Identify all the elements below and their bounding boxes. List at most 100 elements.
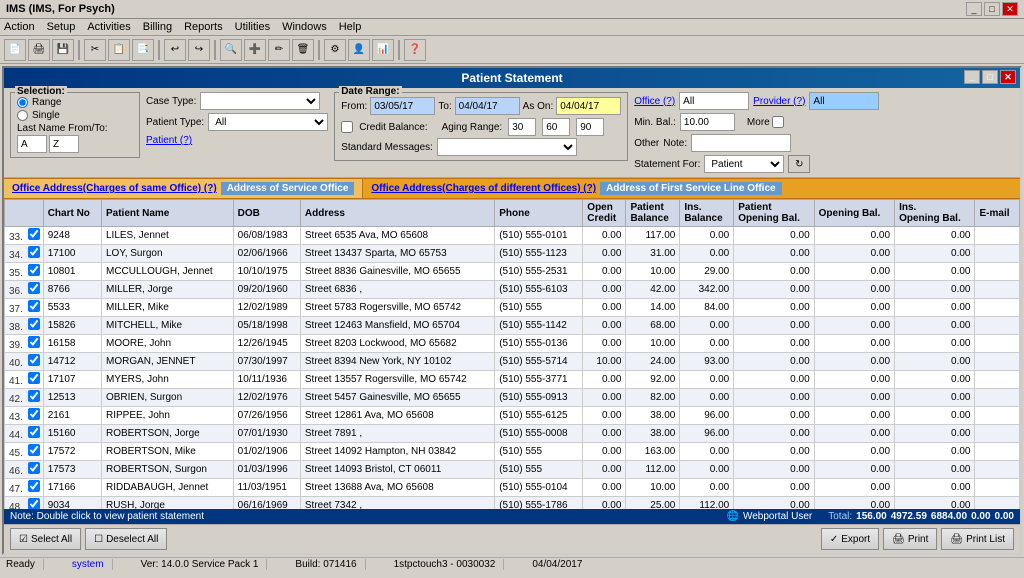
table-row[interactable]: 46. 17573 ROBERTSON, Surgon 01/03/1996 S…: [5, 461, 1020, 479]
more-checkbox[interactable]: [772, 116, 784, 128]
toolbar-btn-8[interactable]: ↪: [188, 39, 210, 61]
table-row[interactable]: 36. 8766 MILLER, Jorge 09/20/1960 Street…: [5, 281, 1020, 299]
row-checkbox[interactable]: [28, 354, 40, 366]
toolbar-btn-6[interactable]: 📑: [132, 39, 154, 61]
table-row[interactable]: 42. 12513 OBRIEN, Surgon 12/02/1976 Stre…: [5, 389, 1020, 407]
date-from-input[interactable]: [370, 97, 435, 115]
row-checkbox[interactable]: [28, 444, 40, 456]
row-checkbox[interactable]: [28, 408, 40, 420]
aging-90-input[interactable]: [576, 118, 604, 136]
other-note-input[interactable]: [691, 134, 791, 152]
row-checkbox[interactable]: [28, 426, 40, 438]
menu-utilities[interactable]: Utilities: [235, 21, 270, 33]
toolbar-btn-9[interactable]: 🔍: [220, 39, 242, 61]
toolbar-btn-1[interactable]: 📄: [4, 39, 26, 61]
toolbar-btn-4[interactable]: ✂: [84, 39, 106, 61]
window-controls[interactable]: _ □ ✕: [964, 70, 1016, 84]
print-button[interactable]: 🖨 Print: [883, 528, 937, 550]
single-radio[interactable]: [17, 110, 28, 121]
menu-help[interactable]: Help: [339, 21, 362, 33]
close-btn[interactable]: ✕: [1002, 2, 1018, 16]
patient-type-select[interactable]: All: [208, 113, 328, 131]
row-checkbox[interactable]: [28, 300, 40, 312]
standard-messages-select[interactable]: [437, 138, 577, 156]
table-row[interactable]: 45. 17572 ROBERTSON, Mike 01/02/1906 Str…: [5, 443, 1020, 461]
patient-help-link[interactable]: Patient (?): [146, 135, 192, 146]
toolbar-btn-16[interactable]: ❓: [404, 39, 426, 61]
from-input[interactable]: [17, 135, 47, 153]
row-checkbox[interactable]: [28, 246, 40, 258]
row-checkbox[interactable]: [28, 498, 40, 509]
row-checkbox[interactable]: [28, 480, 40, 492]
win-close[interactable]: ✕: [1000, 70, 1016, 84]
export-button[interactable]: ✓ Export: [821, 528, 879, 550]
toolbar-btn-2[interactable]: 🖨: [28, 39, 50, 61]
office-input[interactable]: [679, 92, 749, 110]
toolbar-btn-12[interactable]: 🗑: [292, 39, 314, 61]
row-checkbox[interactable]: [28, 372, 40, 384]
deselect-all-button[interactable]: ☐ Deselect All: [85, 528, 167, 550]
toolbar-btn-7[interactable]: ↩: [164, 39, 186, 61]
address-tab-1-label[interactable]: Office Address(Charges of same Office) (…: [12, 183, 217, 194]
row-checkbox[interactable]: [28, 390, 40, 402]
toolbar-btn-14[interactable]: 👤: [348, 39, 370, 61]
table-row[interactable]: 37. 5533 MILLER, Mike 12/02/1989 Street …: [5, 299, 1020, 317]
restore-btn[interactable]: □: [984, 2, 1000, 16]
credit-balance-checkbox[interactable]: [341, 121, 353, 133]
menu-billing[interactable]: Billing: [143, 21, 172, 33]
table-row[interactable]: 44. 15160 ROBERTSON, Jorge 07/01/1930 St…: [5, 425, 1020, 443]
toolbar-btn-10[interactable]: ➕: [244, 39, 266, 61]
min-bal-input[interactable]: [680, 113, 735, 131]
print-list-button[interactable]: 🖨 Print List: [941, 528, 1014, 550]
address-tab-2[interactable]: Office Address(Charges of different Offi…: [363, 179, 789, 198]
aging-30-input[interactable]: [508, 118, 536, 136]
row-checkbox[interactable]: [28, 264, 40, 276]
toolbar-btn-5[interactable]: 📋: [108, 39, 130, 61]
table-row[interactable]: 35. 10801 MCCULLOUGH, Jennet 10/10/1975 …: [5, 263, 1020, 281]
table-row[interactable]: 47. 17166 RIDDABAUGH, Jennet 11/03/1951 …: [5, 479, 1020, 497]
toolbar-btn-13[interactable]: ⚙: [324, 39, 346, 61]
statement-for-select[interactable]: Patient: [704, 155, 784, 173]
menu-windows[interactable]: Windows: [282, 21, 327, 33]
provider-label[interactable]: Provider (?): [753, 96, 805, 107]
table-row[interactable]: 39. 16158 MOORE, John 12/26/1945 Street …: [5, 335, 1020, 353]
row-checkbox[interactable]: [28, 318, 40, 330]
win-minimize[interactable]: _: [964, 70, 980, 84]
minimize-btn[interactable]: _: [966, 2, 982, 16]
table-row[interactable]: 33. 9248 LILES, Jennet 06/08/1983 Street…: [5, 227, 1020, 245]
address-tab-1[interactable]: Office Address(Charges of same Office) (…: [4, 179, 363, 198]
date-to-input[interactable]: [455, 97, 520, 115]
row-checkbox[interactable]: [28, 336, 40, 348]
toolbar-btn-3[interactable]: 💾: [52, 39, 74, 61]
menu-reports[interactable]: Reports: [184, 21, 223, 33]
as-on-input[interactable]: [556, 97, 621, 115]
table-row[interactable]: 48. 9034 RUSH, Jorge 06/16/1969 Street 7…: [5, 497, 1020, 510]
to-input[interactable]: [49, 135, 79, 153]
table-row[interactable]: 41. 17107 MYERS, John 10/11/1936 Street …: [5, 371, 1020, 389]
row-checkbox[interactable]: [28, 462, 40, 474]
row-checkbox[interactable]: [28, 228, 40, 240]
toolbar-btn-11[interactable]: ✏: [268, 39, 290, 61]
app-win-btns[interactable]: _ □ ✕: [966, 2, 1018, 16]
address-tab-2-label[interactable]: Office Address(Charges of different Offi…: [371, 183, 596, 194]
menu-activities[interactable]: Activities: [87, 21, 130, 33]
win-restore[interactable]: □: [982, 70, 998, 84]
menu-action[interactable]: Action: [4, 21, 35, 33]
phone-cell: (510) 555-0136: [495, 335, 583, 353]
row-number: 40.: [9, 358, 23, 369]
table-row[interactable]: 38. 15826 MITCHELL, Mike 05/18/1998 Stre…: [5, 317, 1020, 335]
table-row[interactable]: 40. 14712 MORGAN, JENNET 07/30/1997 Stre…: [5, 353, 1020, 371]
case-type-select[interactable]: [200, 92, 320, 110]
select-all-button[interactable]: ☑ Select All: [10, 528, 81, 550]
refresh-btn[interactable]: ↻: [788, 155, 810, 173]
office-label[interactable]: Office (?): [634, 96, 675, 107]
provider-input[interactable]: [809, 92, 879, 110]
toolbar-btn-15[interactable]: 📊: [372, 39, 394, 61]
aging-60-input[interactable]: [542, 118, 570, 136]
menu-setup[interactable]: Setup: [47, 21, 76, 33]
table-row[interactable]: 34. 17100 LOY, Surgon 02/06/1966 Street …: [5, 245, 1020, 263]
range-radio[interactable]: [17, 97, 28, 108]
table-row[interactable]: 43. 2161 RIPPEE, John 07/26/1956 Street …: [5, 407, 1020, 425]
row-checkbox[interactable]: [28, 282, 40, 294]
patient-link[interactable]: Patient (?): [146, 134, 328, 146]
